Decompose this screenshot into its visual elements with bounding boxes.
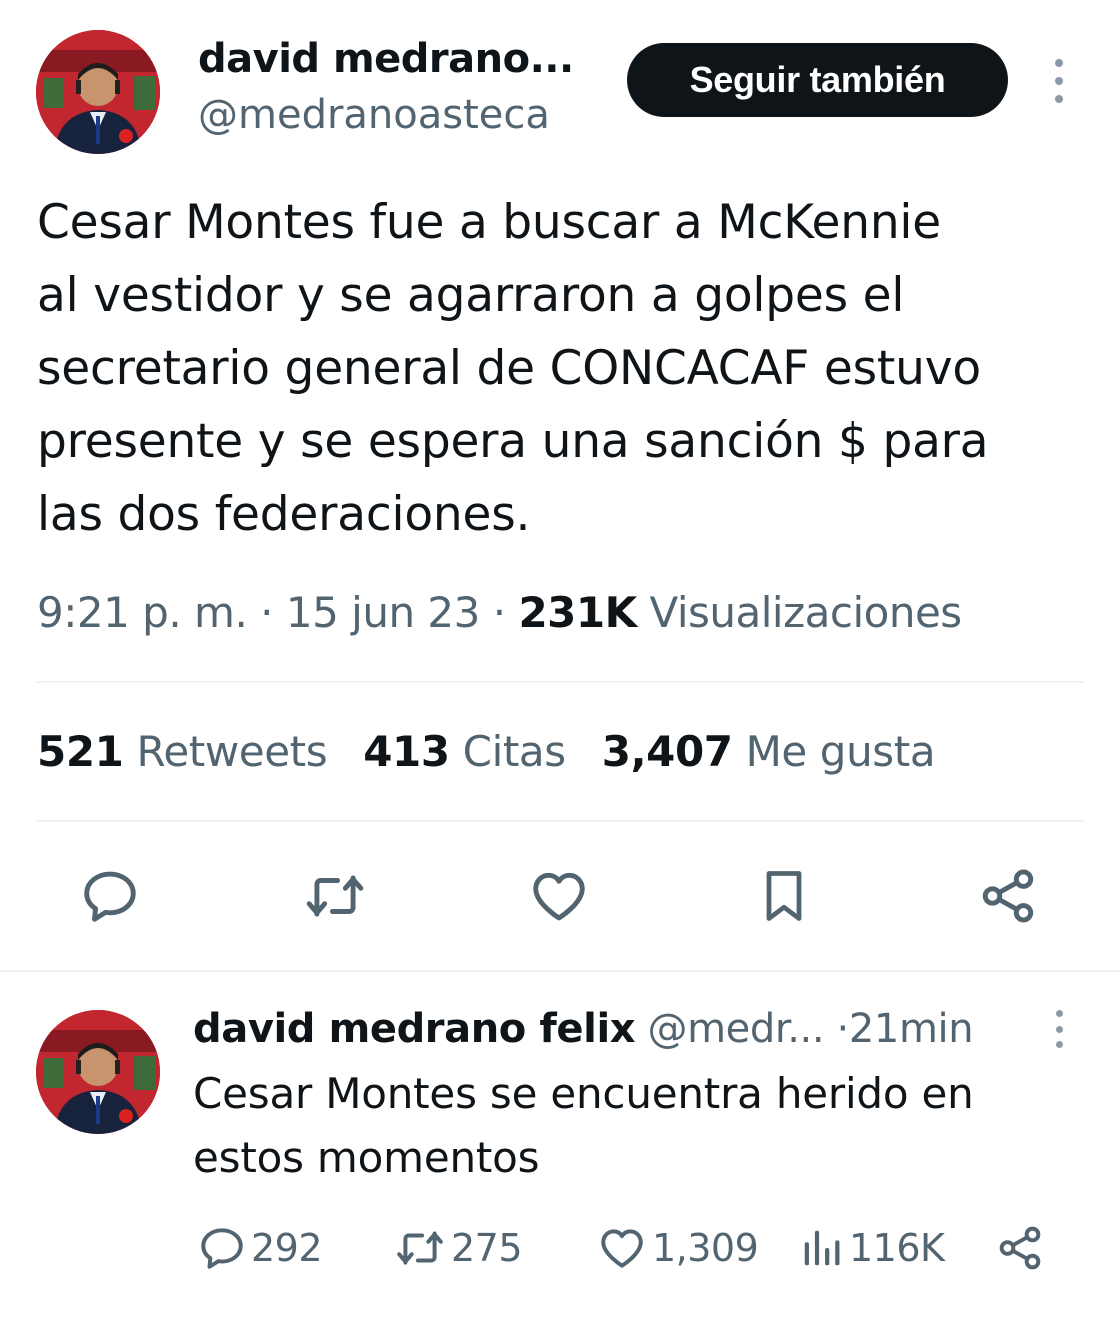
divider (37, 820, 1084, 822)
divider (37, 681, 1084, 683)
engagement-stats: 521 Retweets 413 Citas 3,407 Me gusta (37, 727, 936, 776)
views-count: 231K (518, 588, 637, 637)
reply-author-avatar[interactable] (36, 1010, 160, 1134)
retweets-stat[interactable]: 521 Retweets (37, 727, 328, 776)
share-icon[interactable] (976, 864, 1040, 928)
bookmark-icon[interactable] (752, 864, 816, 928)
section-divider (0, 970, 1120, 972)
retweets-count: 521 (37, 727, 124, 776)
reply-icon (201, 1228, 243, 1269)
likes-label: Me gusta (745, 727, 936, 776)
reply-header: david medrano felix @medr... ·21min (193, 1006, 974, 1052)
meta-separator: · (492, 588, 506, 637)
author-name[interactable]: david medrano... (198, 36, 574, 82)
reply-more-options-icon[interactable] (1053, 1010, 1065, 1048)
tweet-meta: 9:21 p. m. · 15 jun 23 · 231K Visualizac… (37, 588, 962, 637)
reply-like-button[interactable]: 1,309 (596, 1220, 759, 1276)
tweet-text: Cesar Montes fue a buscar a McKennie al … (37, 195, 989, 542)
tweet-time[interactable]: 9:21 p. m. (37, 588, 248, 637)
reply-author-name[interactable]: david medrano felix (193, 1006, 636, 1052)
reply-retweet-button[interactable]: 275 (393, 1220, 523, 1276)
author-handle[interactable]: @medranoasteca (198, 92, 550, 138)
reply-time[interactable]: 21min (849, 1006, 974, 1052)
like-count: 1,309 (652, 1226, 759, 1270)
reply-time-separator: · (836, 1006, 850, 1052)
like-icon[interactable] (527, 864, 591, 928)
author-avatar[interactable] (36, 30, 160, 154)
follow-button[interactable]: Seguir también (627, 43, 1008, 117)
analytics-icon (804, 1230, 840, 1266)
more-options-icon[interactable] (1053, 59, 1065, 103)
reply-count: 292 (251, 1226, 323, 1270)
quotes-stat[interactable]: 413 Citas (363, 727, 566, 776)
like-icon (601, 1229, 643, 1268)
reply-share-button[interactable] (995, 1220, 1049, 1276)
reply-replies-button[interactable]: 292 (197, 1220, 323, 1276)
likes-stat[interactable]: 3,407 Me gusta (601, 727, 936, 776)
retweet-icon[interactable] (303, 864, 367, 928)
reply-action-bar: 292 275 1,309 116K (193, 1220, 1053, 1276)
retweets-label: Retweets (136, 727, 328, 776)
reply-icon[interactable] (78, 864, 142, 928)
reply-author-handle[interactable]: @medr... (648, 1006, 825, 1052)
quotes-label: Citas (462, 727, 566, 776)
quotes-count: 413 (363, 727, 450, 776)
retweet-count: 275 (451, 1226, 523, 1270)
share-icon (999, 1226, 1041, 1270)
likes-count: 3,407 (601, 727, 733, 776)
meta-separator: · (260, 588, 274, 637)
retweet-icon (397, 1231, 443, 1265)
reply-views-button[interactable]: 116K (799, 1220, 945, 1276)
views-label: Visualizaciones (649, 588, 963, 637)
views-count: 116K (849, 1226, 945, 1270)
tweet-date[interactable]: 15 jun 23 (286, 588, 481, 637)
reply-text: Cesar Montes se encuentra herido en esto… (193, 1069, 974, 1182)
